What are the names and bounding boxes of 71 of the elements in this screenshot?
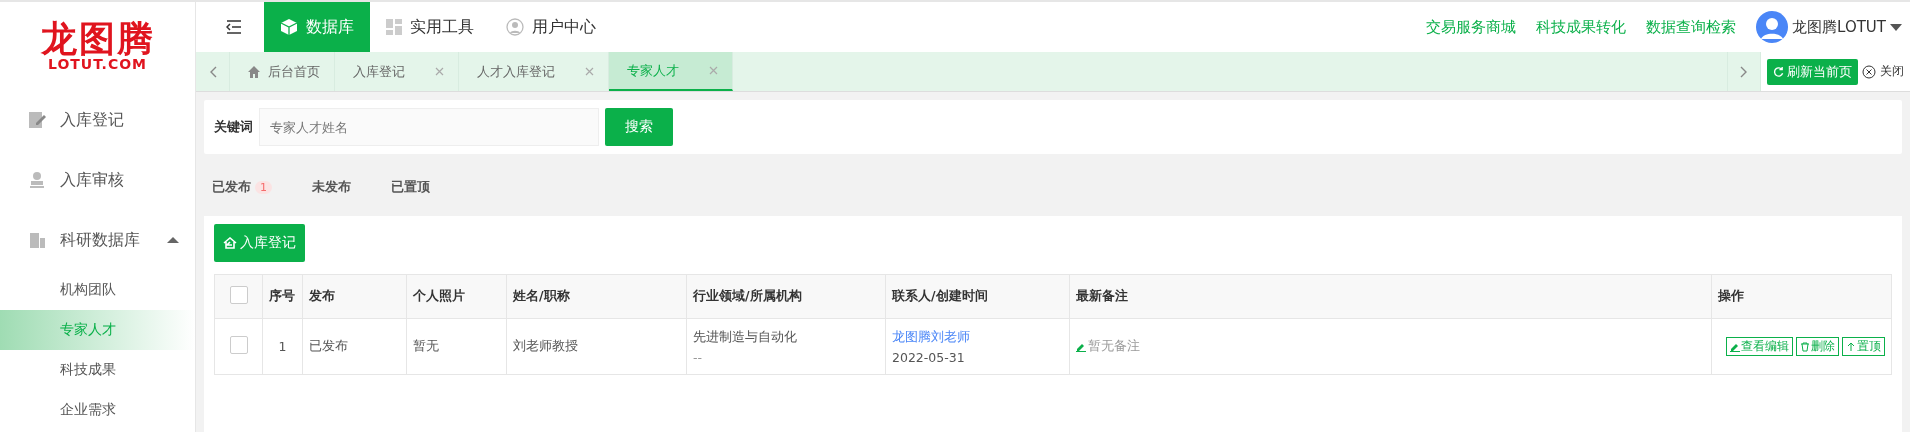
sidebar-subitem[interactable]: 科技成果 (0, 350, 195, 390)
keyword-label: 关键词 (214, 118, 253, 136)
sidebar-item[interactable]: 科研数据库 (0, 210, 195, 270)
column-header: 联系人/创建时间 (885, 274, 1070, 319)
close-label[interactable]: 关闭 (1880, 63, 1904, 80)
building-icon (28, 231, 46, 249)
status-tab[interactable]: 已发布 1 (212, 178, 272, 196)
close-icon[interactable] (435, 67, 444, 76)
avatar-icon[interactable] (1756, 11, 1789, 43)
contact-link[interactable]: 龙图腾刘老师 (892, 328, 1063, 346)
column-header: 操作 (1711, 274, 1892, 319)
chevron-left-icon (208, 65, 217, 78)
column-header: 发布 (302, 274, 407, 319)
action-button[interactable]: 查看编辑 (1726, 337, 1793, 356)
search-button[interactable]: 搜索 (605, 108, 673, 146)
nav-tab[interactable]: 实用工具 (370, 2, 490, 52)
action-button[interactable]: 置顶 (1842, 337, 1885, 356)
trash-icon (1800, 341, 1810, 352)
action-button[interactable]: 删除 (1796, 337, 1839, 356)
top-link[interactable]: 交易服务商城 (1426, 17, 1517, 37)
chevron-right-icon (1740, 65, 1748, 78)
nav-tab[interactable]: 数据库 (264, 2, 370, 52)
top-link[interactable]: 科技成果转化 (1536, 17, 1627, 37)
menu-icon[interactable] (226, 20, 242, 34)
home-icon (248, 65, 260, 78)
add-button[interactable]: 入库登记 (214, 224, 305, 262)
close-icon[interactable] (585, 67, 594, 76)
cube-icon (280, 18, 298, 36)
sidebar-item[interactable]: 入库登记 (0, 90, 195, 150)
import-icon (223, 237, 237, 249)
logo: 龙图腾 LOTUT.COM (39, 16, 156, 74)
column-header: 个人照片 (406, 274, 507, 319)
column-header: 姓名/职称 (506, 274, 687, 319)
table-cell-text: 2022-05-31 (892, 349, 966, 365)
user-icon (506, 18, 524, 36)
table-cell: 刘老师教授 (513, 338, 578, 353)
grid-icon (386, 19, 402, 35)
caret-up-icon (167, 236, 179, 244)
refresh-icon (1773, 66, 1784, 77)
table-cell-text: 先进制造与自动化 (693, 328, 798, 346)
note-text: 暂无备注 (1088, 338, 1140, 355)
edit-icon (28, 111, 46, 129)
close-icon[interactable] (709, 66, 718, 75)
table-cell: 1 (278, 339, 287, 354)
status-tab[interactable]: 已置顶 (391, 178, 430, 196)
column-header: 最新备注 (1069, 274, 1712, 319)
page-tab[interactable]: 后台首页 (230, 52, 335, 91)
sidebar-subitem[interactable]: 企业需求 (0, 390, 195, 430)
refresh-button[interactable]: 刷新当前页 (1767, 58, 1858, 85)
pen-icon (1730, 341, 1740, 352)
table-cell: 暂无 (413, 338, 439, 353)
sidebar-subitem[interactable]: 机构团队 (0, 270, 195, 310)
nav-tab[interactable]: 用户中心 (490, 2, 612, 52)
search-field[interactable]: 专家人才姓名 (259, 108, 599, 146)
arrow-up-icon (1846, 341, 1856, 352)
count-badge: 1 (255, 180, 272, 194)
pen-icon (1076, 341, 1086, 352)
top-link[interactable]: 数据查询检索 (1646, 17, 1737, 37)
caret-down-icon[interactable] (1890, 23, 1902, 31)
page-tab[interactable]: 入库登记 (335, 52, 459, 91)
user-name[interactable]: 龙图腾LOTUT (1792, 17, 1886, 37)
table-cell-text: -- (693, 349, 704, 365)
status-tab[interactable]: 未发布 (312, 178, 351, 196)
column-header: 序号 (262, 274, 303, 319)
column-header: 行业领域/所属机构 (686, 274, 886, 319)
table-cell: 已发布 (309, 338, 348, 353)
select-all-checkbox[interactable] (229, 286, 248, 304)
sidebar-item[interactable]: 入库审核 (0, 150, 195, 210)
row-checkbox[interactable] (229, 336, 248, 354)
stamp-icon (28, 171, 46, 189)
close-circle-icon[interactable] (1862, 64, 1876, 79)
